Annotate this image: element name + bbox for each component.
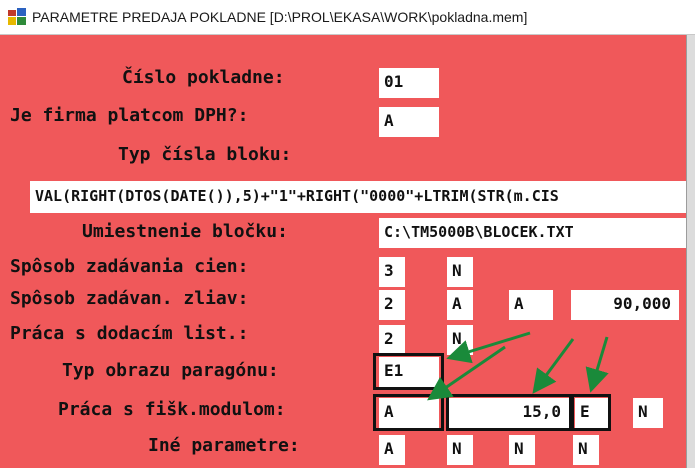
arrow-to-fisk-modul-1	[427, 345, 506, 401]
form-area: Číslo pokladne: 01 Je firma platcom DPH?…	[0, 35, 686, 468]
window-title: PARAMETRE PREDAJA POKLADNE [D:\PROL\EKAS…	[32, 9, 528, 25]
app-icon	[8, 8, 26, 25]
title-bar: PARAMETRE PREDAJA POKLADNE [D:\PROL\EKAS…	[0, 0, 695, 35]
arrow-to-fisk-modul-3	[585, 336, 609, 393]
window-right-border	[686, 35, 695, 468]
dialog-window: PARAMETRE PREDAJA POKLADNE [D:\PROL\EKAS…	[0, 0, 695, 468]
annotation-arrows	[427, 331, 609, 401]
arrow-to-fisk-modul-amount	[532, 338, 575, 394]
arrow-to-typ-obrazu	[446, 331, 531, 364]
